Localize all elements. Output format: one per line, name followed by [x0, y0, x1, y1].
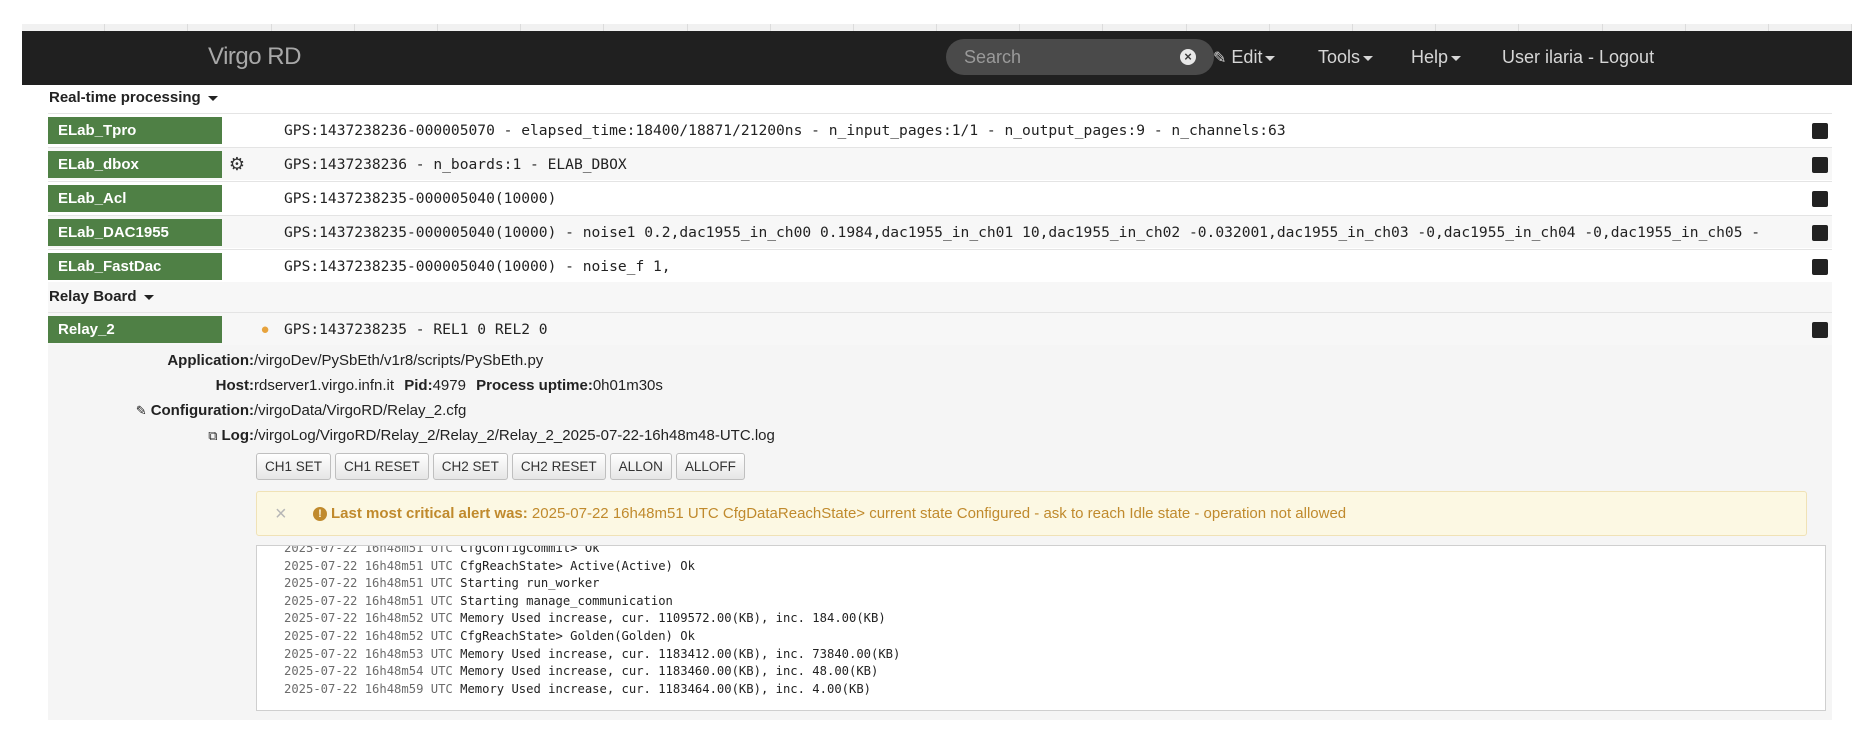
- allon-button[interactable]: ALLON: [609, 453, 672, 480]
- log-line: 2025-07-22 16h48m59 UTC Memory Used incr…: [284, 681, 872, 696]
- stop-icon[interactable]: [1812, 123, 1828, 139]
- application-key: Application:: [167, 352, 254, 369]
- log-line: 2025-07-22 16h48m51 UTC Starting run_wor…: [284, 576, 600, 591]
- process-row: Relay_2 ● GPS:1437238235 - REL1 0 REL2 0: [48, 312, 1832, 345]
- log-line: 2025-07-22 16h48m54 UTC Memory Used incr…: [284, 664, 879, 679]
- host-value: rdserver1.virgo.infn.it: [254, 377, 395, 394]
- process-label[interactable]: ELab_dbox: [48, 151, 222, 178]
- user-logout-link[interactable]: User ilaria - Logout: [1502, 47, 1654, 68]
- alert-message: ! Last most critical alert was: 2025-07-2…: [313, 505, 1346, 522]
- alloff-button[interactable]: ALLOFF: [675, 453, 745, 480]
- uptime-key: Process uptime:: [476, 377, 593, 394]
- ch2-reset-button[interactable]: CH2 RESET: [511, 453, 606, 480]
- stop-icon[interactable]: [1812, 157, 1828, 173]
- search-box: ×: [946, 39, 1214, 75]
- log-line: 2025-07-22 16h48m53 UTC Memory Used incr…: [284, 646, 901, 661]
- chevron-down-icon: [1451, 55, 1462, 61]
- process-row: ELab_dbox ⚙ GPS:1437238236 - n_boards:1 …: [48, 147, 1832, 180]
- process-row: ELab_Acl GPS:1437238235-000005040(10000): [48, 181, 1832, 214]
- edit-icon: ✎: [135, 403, 147, 418]
- pid-value: 4979: [432, 377, 466, 394]
- brand-title[interactable]: Virgo RD: [208, 43, 301, 71]
- help-menu[interactable]: Help: [1411, 47, 1462, 68]
- log-line: 2025-07-22 16h48m52 UTC Memory Used incr…: [284, 611, 886, 626]
- group-title-label: Relay Board: [49, 288, 137, 305]
- log-key[interactable]: ⧉ Log:: [208, 427, 254, 444]
- application-value: /virgoDev/PySbEth/v1r8/scripts/PySbEth.p…: [254, 352, 544, 369]
- process-label[interactable]: ELab_Acl: [48, 185, 222, 212]
- log-line: 2025-07-22 16h48m52 UTC CfgReachState> G…: [284, 629, 695, 643]
- log-output[interactable]: 2025-07-22 16h48m51 UTC CfgConfigCommit>…: [256, 545, 1826, 711]
- log-value: /virgoLog/VirgoRD/Relay_2/Relay_2/Relay_…: [254, 427, 775, 444]
- group-title-label: Real-time processing: [49, 89, 201, 106]
- relay-buttons: CH1 SET CH1 RESET CH2 SET CH2 RESET ALLO…: [256, 453, 745, 480]
- chevron-down-icon: [207, 95, 218, 101]
- process-label[interactable]: ELab_DAC1955: [48, 219, 222, 246]
- ch1-reset-button[interactable]: CH1 RESET: [335, 453, 429, 480]
- chevron-down-icon: [143, 294, 154, 300]
- log-line: 2025-07-22 16h48m51 UTC CfgConfigCommit>…: [284, 545, 600, 555]
- log-line: 2025-07-22 16h48m51 UTC CfgReachState> A…: [284, 558, 695, 573]
- tools-menu[interactable]: Tools: [1318, 47, 1374, 68]
- process-status: GPS:1437238235 - REL1 0 REL2 0: [284, 321, 548, 338]
- close-icon[interactable]: ×: [275, 504, 287, 524]
- gear-icon[interactable]: ⚙: [228, 155, 246, 173]
- chevron-down-icon: [1265, 55, 1276, 61]
- host-key: Host:: [215, 377, 254, 394]
- group-title-realtime[interactable]: Real-time processing: [49, 89, 218, 106]
- edit-menu[interactable]: ✎ Edit: [1213, 47, 1276, 68]
- navbar: Virgo RD × ✎ Edit Tools Help User ilaria…: [22, 31, 1852, 85]
- group-header-bg: [48, 282, 1832, 312]
- process-status: GPS:1437238235-000005040(10000): [284, 190, 557, 207]
- process-row: ELab_Tpro GPS:1437238236-000005070 - ela…: [48, 113, 1832, 146]
- edit-menu-label: Edit: [1231, 47, 1263, 67]
- process-row: ELab_DAC1955 GPS:1437238235-000005040(10…: [48, 215, 1832, 248]
- exclamation-circle-icon: ●: [260, 321, 270, 338]
- exclamation-circle-icon: !: [313, 507, 327, 521]
- pid-key: Pid:: [404, 377, 433, 394]
- external-link-icon: ⧉: [208, 428, 218, 443]
- stop-icon[interactable]: [1812, 322, 1828, 338]
- search-input[interactable]: [964, 45, 1164, 69]
- clear-search-icon[interactable]: ×: [1180, 49, 1196, 65]
- edit-icon: ✎: [1213, 50, 1227, 67]
- process-label[interactable]: Relay_2: [48, 316, 222, 343]
- chevron-down-icon: [1363, 55, 1374, 61]
- process-row: ELab_FastDac GPS:1437238235-000005040(10…: [48, 249, 1832, 282]
- configuration-key[interactable]: ✎ Configuration:: [136, 402, 254, 419]
- alert-text: 2025-07-22 16h48m51 UTC CfgDataReachStat…: [531, 505, 1347, 522]
- process-status: GPS:1437238236-000005070 - elapsed_time:…: [284, 122, 1286, 139]
- log-line: 2025-07-22 16h48m51 UTC Starting manage_…: [284, 593, 673, 608]
- stop-icon[interactable]: [1812, 191, 1828, 207]
- stop-icon[interactable]: [1812, 259, 1828, 275]
- tools-menu-label: Tools: [1318, 47, 1361, 67]
- alert-title: Last most critical alert was:: [331, 505, 528, 522]
- configuration-value: /virgoData/VirgoRD/Relay_2.cfg: [254, 402, 467, 419]
- help-menu-label: Help: [1411, 47, 1449, 67]
- stop-icon[interactable]: [1812, 225, 1828, 241]
- process-label[interactable]: ELab_FastDac: [48, 253, 222, 280]
- group-title-relay[interactable]: Relay Board: [49, 288, 154, 305]
- process-label[interactable]: ELab_Tpro: [48, 117, 222, 144]
- uptime-value: 0h01m30s: [592, 377, 663, 394]
- process-status: GPS:1437238235-000005040(10000) - noise1…: [284, 224, 1761, 241]
- critical-alert: × ! Last most critical alert was: 2025-07…: [256, 491, 1807, 536]
- process-status: GPS:1437238236 - n_boards:1 - ELAB_DBOX: [284, 156, 627, 173]
- ch1-set-button[interactable]: CH1 SET: [256, 453, 332, 480]
- host-info: rdserver1.virgo.infn.it Pid:4979 Process…: [254, 377, 663, 394]
- ch2-set-button[interactable]: CH2 SET: [432, 453, 508, 480]
- process-status: GPS:1437238235-000005040(10000) - noise_…: [284, 258, 671, 275]
